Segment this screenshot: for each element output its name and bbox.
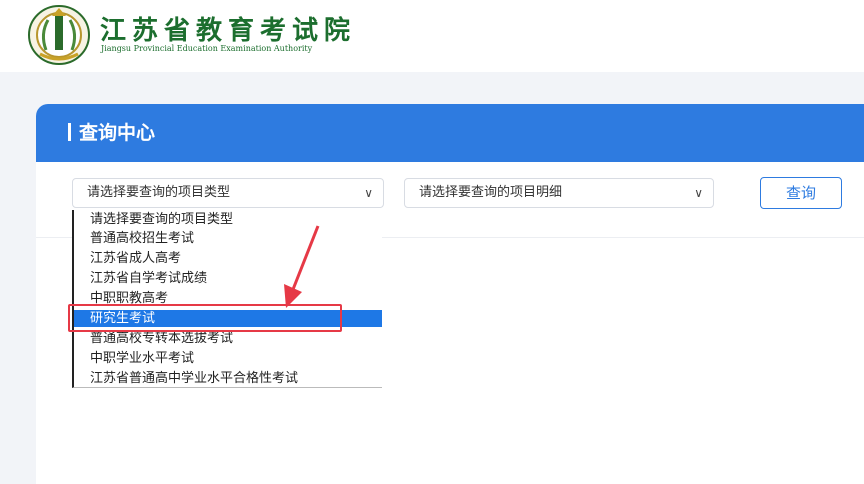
project-type-select-value: 请选择要查询的项目类型	[87, 185, 231, 200]
chevron-down-icon: ∨	[694, 186, 703, 200]
panel-title-text: 查询中心	[79, 122, 156, 144]
dropdown-option[interactable]: 江苏省普通高中学业水平合格性考试	[74, 370, 382, 387]
panel-title: 查询中心	[68, 118, 155, 145]
dropdown-option[interactable]: 普通高校招生考试	[74, 230, 382, 247]
chevron-down-icon: ∨	[364, 186, 373, 200]
query-button[interactable]: 查询	[760, 177, 842, 209]
dropdown-option[interactable]: 请选择要查询的项目类型	[74, 211, 382, 228]
panel-header: 查询中心	[36, 104, 864, 162]
site-header: 江苏省教育考试院 Jiangsu Provincial Education Ex…	[0, 0, 864, 72]
school-emblem-icon	[28, 5, 90, 65]
org-name-cn: 江苏省教育考试院	[100, 16, 357, 46]
dropdown-option[interactable]: 江苏省自学考试成绩	[74, 270, 382, 287]
arrow-annotation-icon	[284, 225, 320, 308]
org-name-en: Jiangsu Provincial Education Examination…	[101, 44, 313, 53]
dropdown-option[interactable]: 中职学业水平考试	[74, 350, 382, 367]
project-type-select[interactable]: 请选择要查询的项目类型 ∨	[72, 178, 384, 208]
dropdown-option[interactable]: 普通高校专转本选拔考试	[74, 330, 382, 347]
project-type-dropdown[interactable]: 请选择要查询的项目类型 普通高校招生考试 江苏省成人高考 江苏省自学考试成绩 中…	[72, 210, 382, 388]
project-detail-select[interactable]: 请选择要查询的项目明细 ∨	[404, 178, 714, 208]
dropdown-option[interactable]: 江苏省成人高考	[74, 250, 382, 267]
project-detail-select-value: 请选择要查询的项目明细	[419, 185, 563, 200]
title-bar-decoration	[68, 123, 71, 141]
